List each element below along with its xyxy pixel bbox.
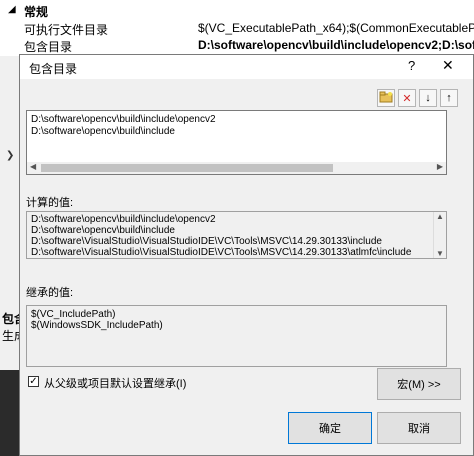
computed-line: D:\software\opencv\build\include [31, 225, 175, 236]
inherited-label: 继承的值: [26, 287, 74, 299]
entries-horizontal-scrollbar[interactable]: ◀ ▶ [27, 162, 446, 174]
dialog-title: 包含目录 [29, 62, 78, 76]
computed-vertical-scrollbar[interactable]: ▲ ▼ [433, 212, 446, 258]
scroll-left-icon[interactable]: ◀ [30, 162, 36, 171]
scroll-thumb[interactable] [41, 164, 333, 172]
computed-line: D:\software\opencv\build\include\opencv2 [31, 214, 216, 225]
help-button[interactable]: ? [408, 58, 415, 73]
computed-line: D:\software\VisualStudio\VisualStudioIDE… [31, 247, 412, 258]
inherited-line: $(VC_IncludePath) [31, 309, 116, 320]
inherit-checkbox[interactable]: ✓ [28, 376, 39, 387]
entry-line[interactable]: D:\software\opencv\build\include\opencv2 [31, 114, 216, 125]
computed-line: D:\software\VisualStudio\VisualStudioIDE… [31, 236, 382, 247]
bg-row-include-dirs[interactable]: 包含目录 D:\software\opencv\build\include\op… [0, 37, 474, 54]
close-button[interactable]: ✕ [442, 57, 454, 74]
cancel-button[interactable]: 取消 [377, 412, 461, 444]
macro-button[interactable]: 宏(M) >> [377, 368, 461, 400]
entries-editbox[interactable]: D:\software\opencv\build\include\opencv2… [26, 110, 447, 175]
arrow-down-icon: ↓ [425, 92, 431, 104]
delete-icon: ✕ [402, 92, 412, 105]
scroll-right-icon[interactable]: ▶ [437, 162, 443, 171]
delete-line-button[interactable]: ✕ [398, 89, 416, 107]
move-up-button[interactable]: ↑ [440, 89, 458, 107]
inherited-values-box: $(VC_IncludePath) $(WindowsSDK_IncludePa… [26, 305, 447, 367]
entry-line[interactable]: D:\software\opencv\build\include [31, 126, 175, 137]
bg-row-value: D:\software\opencv\build\include\opencv2… [198, 38, 474, 52]
scroll-down-icon[interactable]: ▼ [436, 249, 444, 258]
bg-caret-icon: ◢ [8, 4, 16, 15]
computed-values-box: D:\software\opencv\build\include\opencv2… [26, 211, 447, 259]
bg-row-value: $(VC_ExecutablePath_x64);$(CommonExecuta… [198, 21, 474, 35]
computed-label: 计算的值: [26, 197, 74, 209]
move-down-button[interactable]: ↓ [419, 89, 437, 107]
inherit-checkbox-label[interactable]: 从父级或项目默认设置继承(I) [44, 375, 186, 391]
new-folder-icon [379, 91, 393, 106]
bg-row-key: 包含目录 [24, 40, 73, 54]
ok-button[interactable]: 确定 [288, 412, 372, 444]
include-dirs-dialog: 包含目录 ? ✕ ✕ ↓ ↑ D:\software\opencv\build\… [19, 54, 474, 456]
new-line-button[interactable] [377, 89, 395, 107]
bg-section-title: ◢ 常规 [8, 4, 49, 19]
scroll-up-icon[interactable]: ▲ [436, 212, 444, 221]
bg-collapse-chevron-icon[interactable]: ❯ [6, 150, 14, 161]
arrow-up-icon: ↑ [446, 92, 452, 104]
bg-row-executable-dirs[interactable]: 可执行文件目录 $(VC_ExecutablePath_x64);$(Commo… [0, 20, 474, 37]
inherited-line: $(WindowsSDK_IncludePath) [31, 320, 163, 331]
bg-row-key: 可执行文件目录 [24, 23, 109, 37]
dialog-titlebar: 包含目录 ? ✕ [20, 55, 473, 79]
